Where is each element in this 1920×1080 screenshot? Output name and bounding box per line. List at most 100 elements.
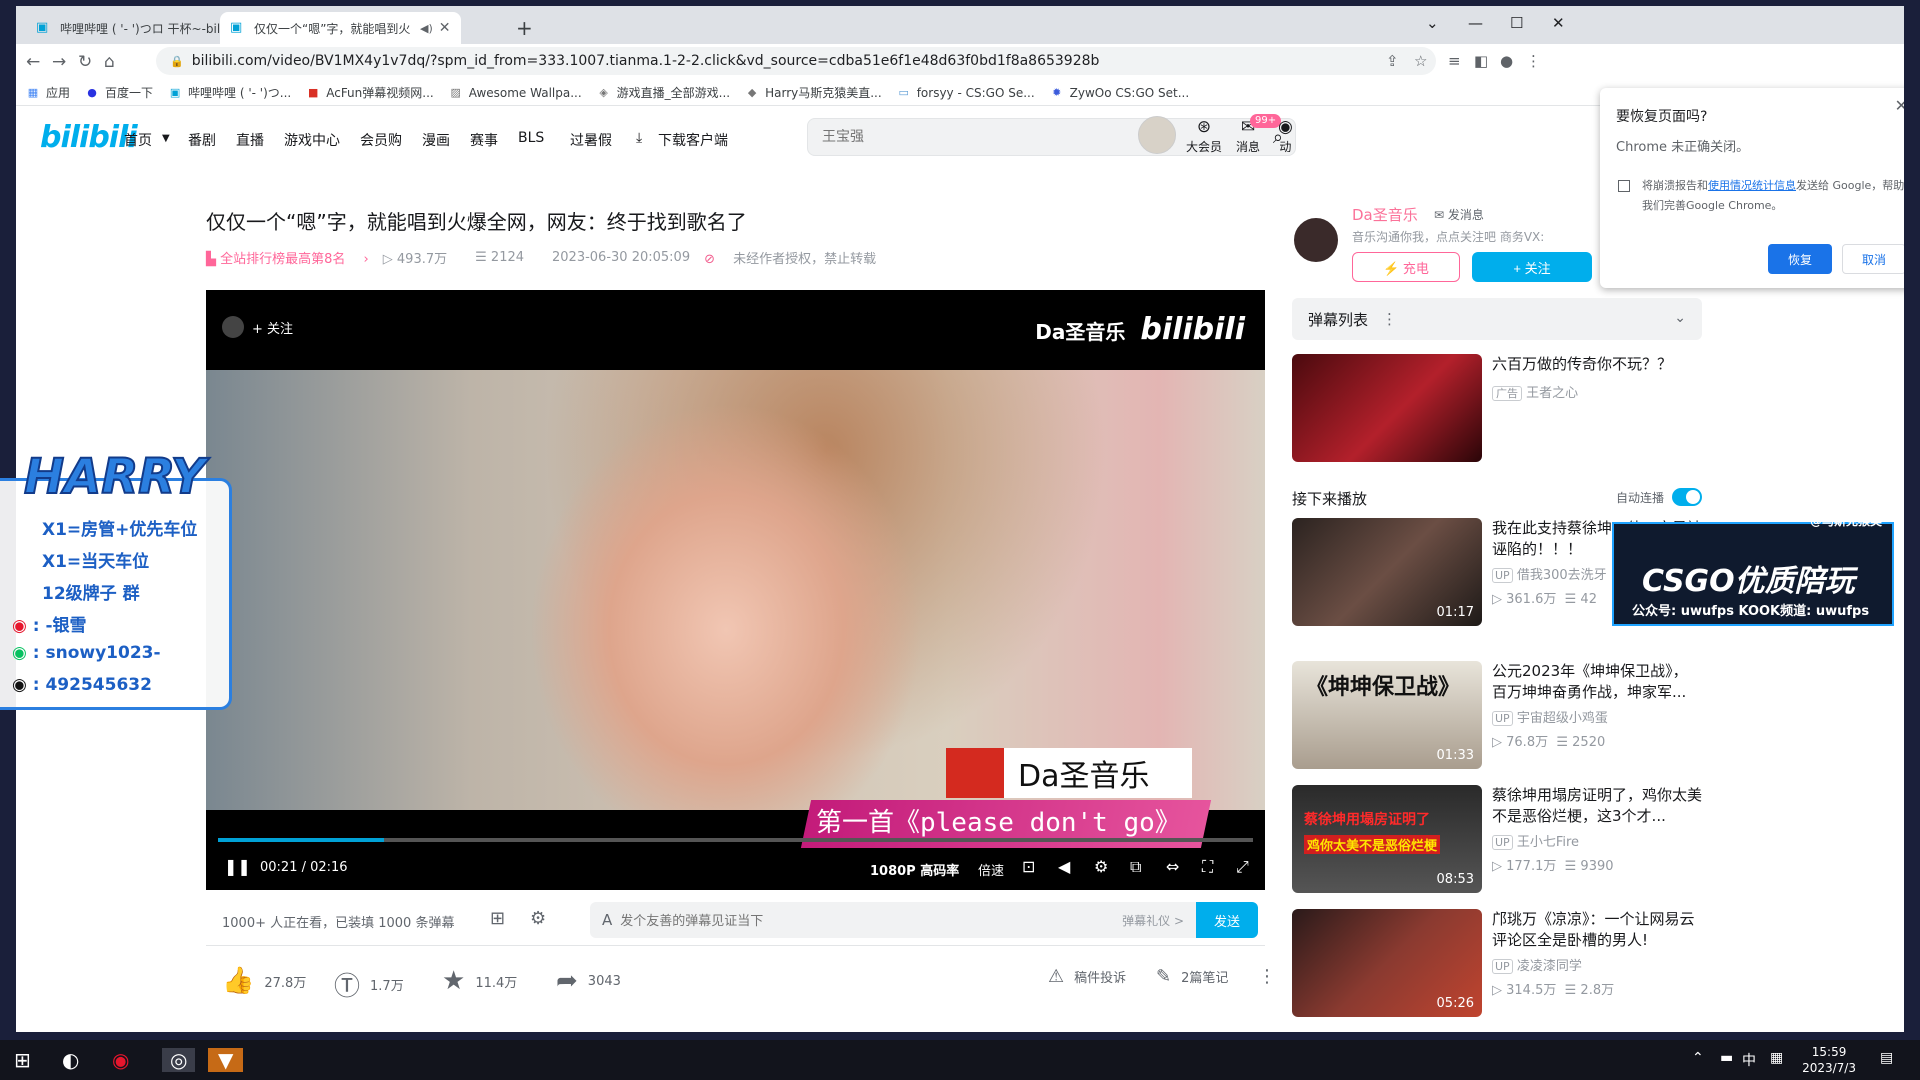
- search-input[interactable]: [822, 129, 1242, 145]
- nav-bls[interactable]: BLS: [518, 130, 544, 146]
- rec-card[interactable]: 《坤坤保卫战》 01:33 公元2023年《坤坤保卫战》，百万坤坤奋勇作战，坤家…: [1292, 661, 1702, 769]
- quality-selector[interactable]: 1080P 高码率: [870, 860, 959, 879]
- uploader-avatar[interactable]: [1292, 216, 1340, 264]
- usage-stats-link[interactable]: 使用情况统计信息: [1708, 179, 1796, 192]
- font-style-icon[interactable]: A: [602, 911, 612, 929]
- keyboard-icon[interactable]: ▦: [1770, 1050, 1783, 1066]
- share-icon[interactable]: ⇪: [1386, 52, 1399, 70]
- danmaku-list-header[interactable]: 弹幕列表 ⋮ ⌄: [1292, 298, 1702, 340]
- nav-game-center[interactable]: 游戏中心: [284, 130, 340, 150]
- tray-chevron-icon[interactable]: ⌃: [1692, 1050, 1704, 1066]
- chevron-down-icon[interactable]: ▼: [162, 133, 170, 144]
- lock-icon[interactable]: 🔒: [170, 55, 184, 68]
- autoplay-toggle[interactable]: 自动连播: [1616, 488, 1703, 506]
- fullscreen-icon[interactable]: ⤢: [1236, 857, 1249, 877]
- cancel-button[interactable]: 取消: [1842, 244, 1904, 274]
- close-icon[interactable]: ✕: [439, 20, 451, 36]
- restore-button[interactable]: 恢复: [1768, 244, 1832, 274]
- rec-card[interactable]: 蔡徐坤用塌房证明了 鸡你太美不是恶俗烂梗 08:53 蔡徐坤用塌房证明了，鸡你太…: [1292, 785, 1702, 893]
- network-icon[interactable]: ▬: [1720, 1050, 1733, 1066]
- send-report-checkbox[interactable]: [1618, 180, 1630, 192]
- ad-card[interactable]: 六百万做的传奇你不玩？？ 广告 王者之心: [1292, 354, 1702, 462]
- bookmark-item[interactable]: ◆ Harry马斯克猿美直...: [745, 84, 882, 101]
- subtitle-icon[interactable]: ⊡: [1022, 857, 1035, 876]
- web-fullscreen-icon[interactable]: ⛶: [1202, 857, 1213, 877]
- bookmark-item[interactable]: ▨ Awesome Wallpa...: [449, 86, 582, 100]
- download-icon[interactable]: ⤓: [636, 130, 642, 146]
- bookmark-item[interactable]: ▣ 哔哩哔哩 ( '- ')つ...: [168, 84, 291, 101]
- nav-live[interactable]: 直播: [236, 130, 264, 150]
- danmaku-etiquette-link[interactable]: 弹幕礼仪 >: [1122, 912, 1184, 929]
- bookmark-item[interactable]: ▭ forsyy - CS:GO Se...: [897, 86, 1035, 100]
- report-button[interactable]: ⚠ 稿件投诉: [1048, 966, 1126, 987]
- uploader-name[interactable]: Da圣音乐: [1352, 204, 1418, 225]
- chevron-down-icon[interactable]: ⌄: [1674, 310, 1686, 326]
- pause-icon[interactable]: ❚❚: [224, 857, 251, 876]
- back-icon[interactable]: ←: [26, 52, 40, 72]
- system-clock[interactable]: 15:59 2023/7/3: [1802, 1044, 1856, 1076]
- reading-list-icon[interactable]: ≡: [1448, 52, 1461, 70]
- send-message-link[interactable]: ✉ 发消息: [1434, 206, 1484, 223]
- bookmark-item[interactable]: ● 百度一下: [85, 84, 153, 101]
- windows-start-icon[interactable]: ⊞: [14, 1048, 31, 1072]
- bookmark-star-icon[interactable]: ☆: [1414, 52, 1427, 70]
- menu-icon[interactable]: ⋮: [1526, 52, 1541, 70]
- nav-shop[interactable]: 会员购: [360, 130, 402, 150]
- dynamics-entry[interactable]: ◉ 动: [1278, 116, 1293, 155]
- nav-download-client[interactable]: 下载客户端: [658, 130, 728, 150]
- tab-search-icon[interactable]: ⌄: [1426, 14, 1439, 32]
- rank-link[interactable]: ▙ 全站排行榜最高第8名 ›: [206, 248, 369, 267]
- minimize-button[interactable]: —: [1468, 14, 1483, 32]
- obs-icon[interactable]: ◐: [62, 1048, 79, 1072]
- profile-icon[interactable]: ●: [1500, 52, 1513, 70]
- bookmark-item[interactable]: ■ AcFun弹幕视频网...: [306, 84, 434, 101]
- vip-entry[interactable]: ⊛ 大会员: [1186, 116, 1222, 155]
- nav-esports[interactable]: 赛事: [470, 130, 498, 150]
- ime-indicator[interactable]: 中: [1742, 1050, 1756, 1070]
- tab-video[interactable]: ▣ 仅仅一个“嗯”字，就能唱到火 ◀) ✕: [220, 12, 461, 44]
- like-button[interactable]: 👍 27.8万: [222, 966, 306, 996]
- game-app-icon[interactable]: ▼: [208, 1048, 244, 1072]
- share-button[interactable]: ➦ 3043: [556, 966, 621, 996]
- danmaku-settings-icon[interactable]: ⚙: [530, 908, 546, 929]
- send-danmaku-button[interactable]: 发送: [1196, 902, 1258, 938]
- messages-entry[interactable]: ✉ 99+ 消息: [1236, 114, 1282, 155]
- rec-card[interactable]: 05:26 邝珧万《凉凉》：一个让网易云评论区全是卧槽的男人! UP 凌凌漆同学…: [1292, 909, 1702, 1017]
- settings-icon[interactable]: ⚙: [1094, 857, 1108, 876]
- speed-selector[interactable]: 倍速: [978, 860, 1004, 879]
- bookmark-item[interactable]: ◈ 游戏直播_全部游戏...: [597, 84, 730, 101]
- nav-summer[interactable]: 过暑假: [570, 130, 612, 150]
- speaker-icon[interactable]: ◀): [420, 22, 433, 35]
- nav-home[interactable]: 首页: [124, 130, 152, 150]
- danmaku-input[interactable]: [620, 912, 1111, 928]
- address-bar[interactable]: 🔒 bilibili.com/video/BV1MX4y1v7dq/?spm_i…: [156, 47, 1436, 75]
- volume-icon[interactable]: ◀: [1058, 857, 1070, 876]
- more-options-icon[interactable]: ⋮: [1258, 966, 1286, 987]
- notes-button[interactable]: ✎ 2篇笔记: [1156, 966, 1228, 987]
- more-options-icon[interactable]: ⋮: [1382, 310, 1397, 328]
- coin-button[interactable]: Ⓣ 1.7万: [334, 966, 404, 1003]
- charge-button[interactable]: ⚡ 充电: [1352, 252, 1460, 282]
- danmaku-toggle-icon[interactable]: ⊞: [490, 908, 505, 929]
- close-window-button[interactable]: ✕: [1552, 14, 1565, 32]
- new-tab-button[interactable]: +: [516, 16, 533, 40]
- bookmark-item[interactable]: ✹ ZywOo CS:GO Set...: [1050, 86, 1189, 100]
- maximize-button[interactable]: ☐: [1510, 14, 1523, 32]
- widescreen-icon[interactable]: ⇔: [1166, 857, 1179, 876]
- video-player[interactable]: + 关注 Da圣音乐 bilibili Da圣音乐 第一首《please don…: [206, 290, 1265, 890]
- forward-icon[interactable]: →: [52, 52, 66, 72]
- favorite-button[interactable]: ★ 11.4万: [442, 966, 517, 996]
- bilibili-logo[interactable]: bilibili: [40, 120, 138, 155]
- nav-anime[interactable]: 番剧: [188, 130, 216, 150]
- close-icon[interactable]: ✕: [1895, 96, 1904, 115]
- user-avatar[interactable]: [1138, 116, 1176, 154]
- home-icon[interactable]: ⌂: [104, 52, 115, 72]
- notification-icon[interactable]: ▤: [1880, 1050, 1893, 1066]
- nav-manga[interactable]: 漫画: [422, 130, 450, 150]
- bookmark-item[interactable]: ▦ 应用: [26, 84, 70, 101]
- progress-bar[interactable]: [218, 838, 1253, 842]
- follow-uploader-button[interactable]: + 关注: [1472, 252, 1592, 282]
- weibo-icon[interactable]: ◉: [112, 1048, 129, 1072]
- reload-icon[interactable]: ↻: [78, 52, 92, 72]
- player-follow-button[interactable]: + 关注: [222, 316, 293, 338]
